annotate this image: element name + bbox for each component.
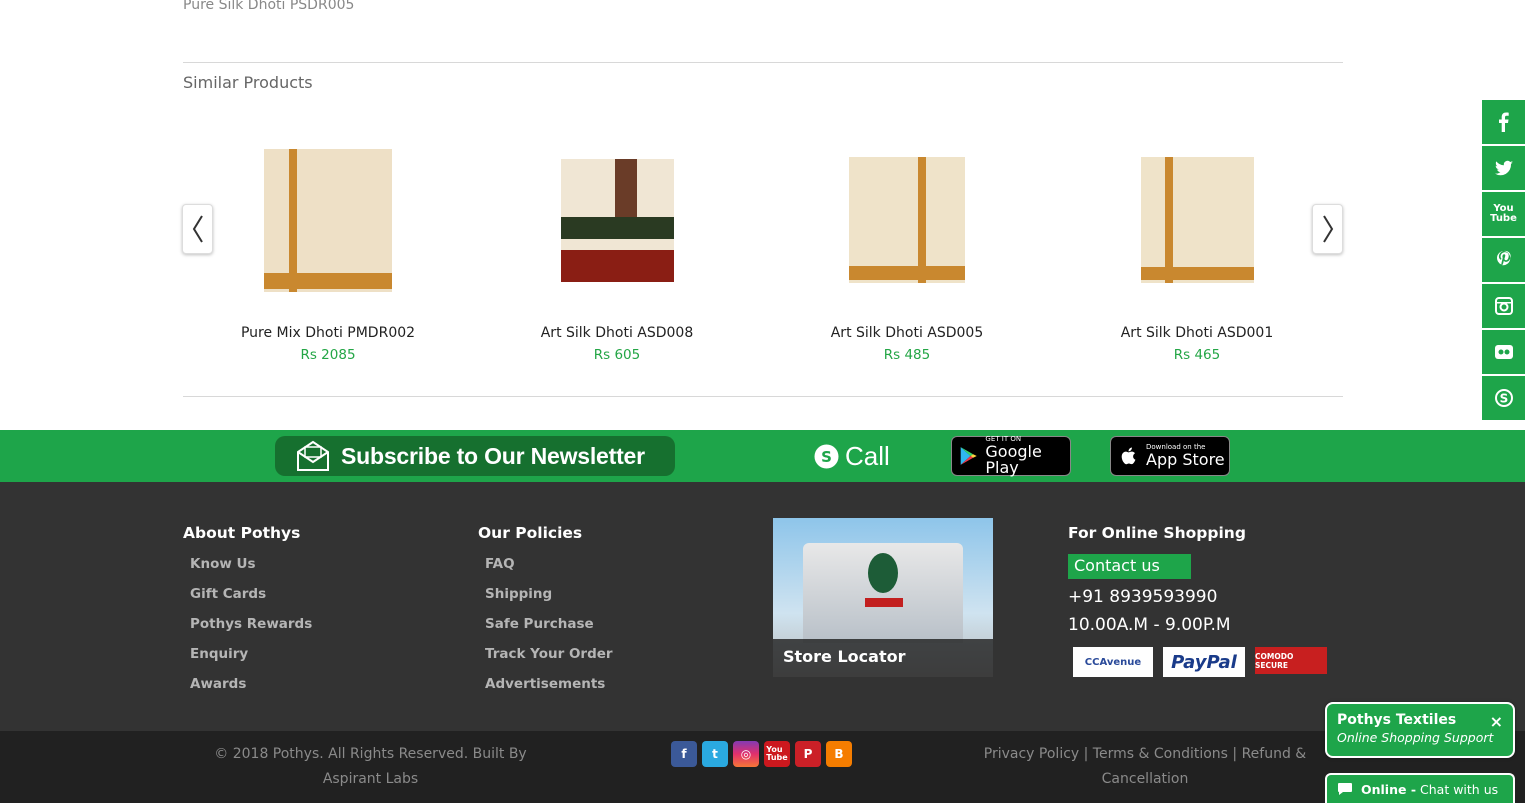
app-store-big: App Store — [1146, 450, 1225, 469]
promo-band: Subscribe to Our Newsletter S Call GET I… — [0, 430, 1525, 482]
newsletter-label: Subscribe to Our Newsletter — [341, 442, 645, 469]
footer-link-awards[interactable]: Awards — [190, 674, 312, 704]
product-image[interactable] — [762, 130, 1052, 310]
product-price: Rs 465 — [1173, 347, 1221, 363]
envelope-icon — [297, 440, 329, 471]
footer-online-title: For Online Shopping — [1068, 524, 1246, 542]
support-hours: 10.00A.M - 9.00P.M — [1068, 615, 1231, 635]
blogger-icon[interactable]: B — [826, 741, 852, 767]
apple-icon — [1121, 447, 1136, 465]
twitter-icon[interactable]: t — [702, 741, 728, 767]
google-play-badge[interactable]: GET IT ON Google Play — [951, 436, 1071, 476]
product-card[interactable]: Art Silk Dhoti ASD008 Rs 605 — [472, 130, 762, 363]
product-price: Rs 605 — [593, 347, 641, 363]
product-image[interactable] — [472, 130, 762, 310]
product-card[interactable]: Art Silk Dhoti ASD005 Rs 485 — [762, 130, 1052, 363]
footer-link-track-order[interactable]: Track Your Order — [485, 644, 613, 674]
product-card[interactable]: Pure Mix Dhoti PMDR002 Rs 2085 — [183, 130, 473, 363]
product-image[interactable] — [183, 130, 473, 310]
pinterest-icon[interactable]: P — [795, 741, 821, 767]
chat-bubble-icon — [1338, 783, 1352, 795]
product-name[interactable]: Pure Mix Dhoti PMDR002 — [183, 325, 473, 341]
divider — [183, 62, 1343, 63]
contact-us-button[interactable]: Contact us — [1068, 554, 1191, 579]
product-price: Rs 2085 — [300, 347, 356, 363]
youtube-icon[interactable]: You Tube — [764, 741, 790, 767]
chat-subtitle: Online Shopping Support — [1337, 730, 1494, 745]
footer-policies: Our Policies FAQ Shipping Safe Purchase … — [478, 524, 613, 704]
google-play-big: Google Play — [985, 442, 1042, 477]
google-play-icon — [960, 447, 977, 465]
footer-link-shipping[interactable]: Shipping — [485, 584, 613, 614]
newsletter-subscribe-button[interactable]: Subscribe to Our Newsletter — [275, 436, 675, 476]
app-store-badge[interactable]: Download on the App Store — [1110, 436, 1230, 476]
svg-text:S: S — [821, 448, 832, 466]
social-sidebar: You Tube S — [1482, 100, 1525, 422]
product-name[interactable]: Art Silk Dhoti ASD001 — [1052, 325, 1342, 341]
chat-status: Online - — [1361, 781, 1417, 797]
footer-policies-title: Our Policies — [478, 524, 583, 542]
pinterest-icon[interactable] — [1482, 238, 1525, 282]
store-locator-label: Store Locator — [773, 639, 993, 677]
store-locator-card[interactable]: Store Locator — [773, 518, 993, 677]
product-image[interactable] — [1052, 130, 1342, 310]
footer-about-title: About Pothys — [183, 524, 301, 542]
chat-title: Pothys Textiles — [1337, 712, 1457, 728]
call-button[interactable]: S Call — [813, 441, 890, 472]
store-logo-image — [868, 553, 898, 593]
product-name[interactable]: Art Silk Dhoti ASD008 — [472, 325, 762, 341]
divider — [183, 396, 1343, 397]
footer-online: For Online Shopping Contact us +91 89395… — [1068, 524, 1327, 677]
legal-links[interactable]: Privacy Policy | Terms & Conditions | Re… — [970, 742, 1320, 792]
chat-close-button[interactable]: × — [1490, 712, 1503, 731]
page: Pure Silk Dhoti PSDR005 Similar Products… — [0, 0, 1525, 803]
product-card[interactable]: Art Silk Dhoti ASD001 Rs 465 — [1052, 130, 1342, 363]
product-name[interactable]: Art Silk Dhoti ASD005 — [762, 325, 1052, 341]
store-sign-image — [865, 598, 903, 607]
footer-link-advertisements[interactable]: Advertisements — [485, 674, 613, 704]
flickr-icon[interactable] — [1482, 330, 1525, 374]
facebook-icon[interactable]: f — [671, 741, 697, 767]
youtube-icon[interactable]: You Tube — [1482, 192, 1525, 236]
footer-link-rewards[interactable]: Pothys Rewards — [190, 614, 312, 644]
copyright-text: © 2018 Pothys. All Rights Reserved. Buil… — [214, 746, 527, 787]
support-phone: +91 8939593990 — [1068, 587, 1218, 607]
skype-icon: S — [814, 444, 839, 469]
payment-logos: CCAvenue PayPal COMODO SECURE — [1068, 647, 1327, 677]
footer-social-icons: f t ◎ You Tube P B — [671, 741, 852, 767]
bottom-bar: © 2018 Pothys. All Rights Reserved. Buil… — [0, 731, 1525, 803]
footer-link-faq[interactable]: FAQ — [485, 554, 613, 584]
chat-popup[interactable]: Pothys Textiles Online Shopping Support … — [1325, 702, 1515, 758]
paypal-logo: PayPal — [1163, 647, 1245, 677]
chat-launcher[interactable]: Online - Chat with us — [1325, 773, 1515, 803]
comodo-secure-logo: COMODO SECURE — [1255, 647, 1327, 674]
instagram-icon[interactable] — [1482, 284, 1525, 328]
call-label: Call — [845, 441, 890, 471]
skype-icon[interactable]: S — [1482, 376, 1525, 420]
svg-text:S: S — [1499, 392, 1508, 406]
facebook-icon[interactable] — [1482, 100, 1525, 144]
breadcrumb-current: Pure Silk Dhoti PSDR005 — [183, 0, 355, 13]
footer-link-safe-purchase[interactable]: Safe Purchase — [485, 614, 613, 644]
chat-cta: Chat with us — [1420, 781, 1499, 797]
twitter-icon[interactable] — [1482, 146, 1525, 190]
ccavenue-logo: CCAvenue — [1073, 647, 1153, 677]
footer-link-know-us[interactable]: Know Us — [190, 554, 312, 584]
footer-link-gift-cards[interactable]: Gift Cards — [190, 584, 312, 614]
footer: About Pothys Know Us Gift Cards Pothys R… — [0, 482, 1525, 731]
footer-link-enquiry[interactable]: Enquiry — [190, 644, 312, 674]
similar-products-title: Similar Products — [183, 73, 313, 92]
instagram-icon[interactable]: ◎ — [733, 741, 759, 767]
product-price: Rs 485 — [883, 347, 931, 363]
footer-about: About Pothys Know Us Gift Cards Pothys R… — [183, 524, 312, 704]
